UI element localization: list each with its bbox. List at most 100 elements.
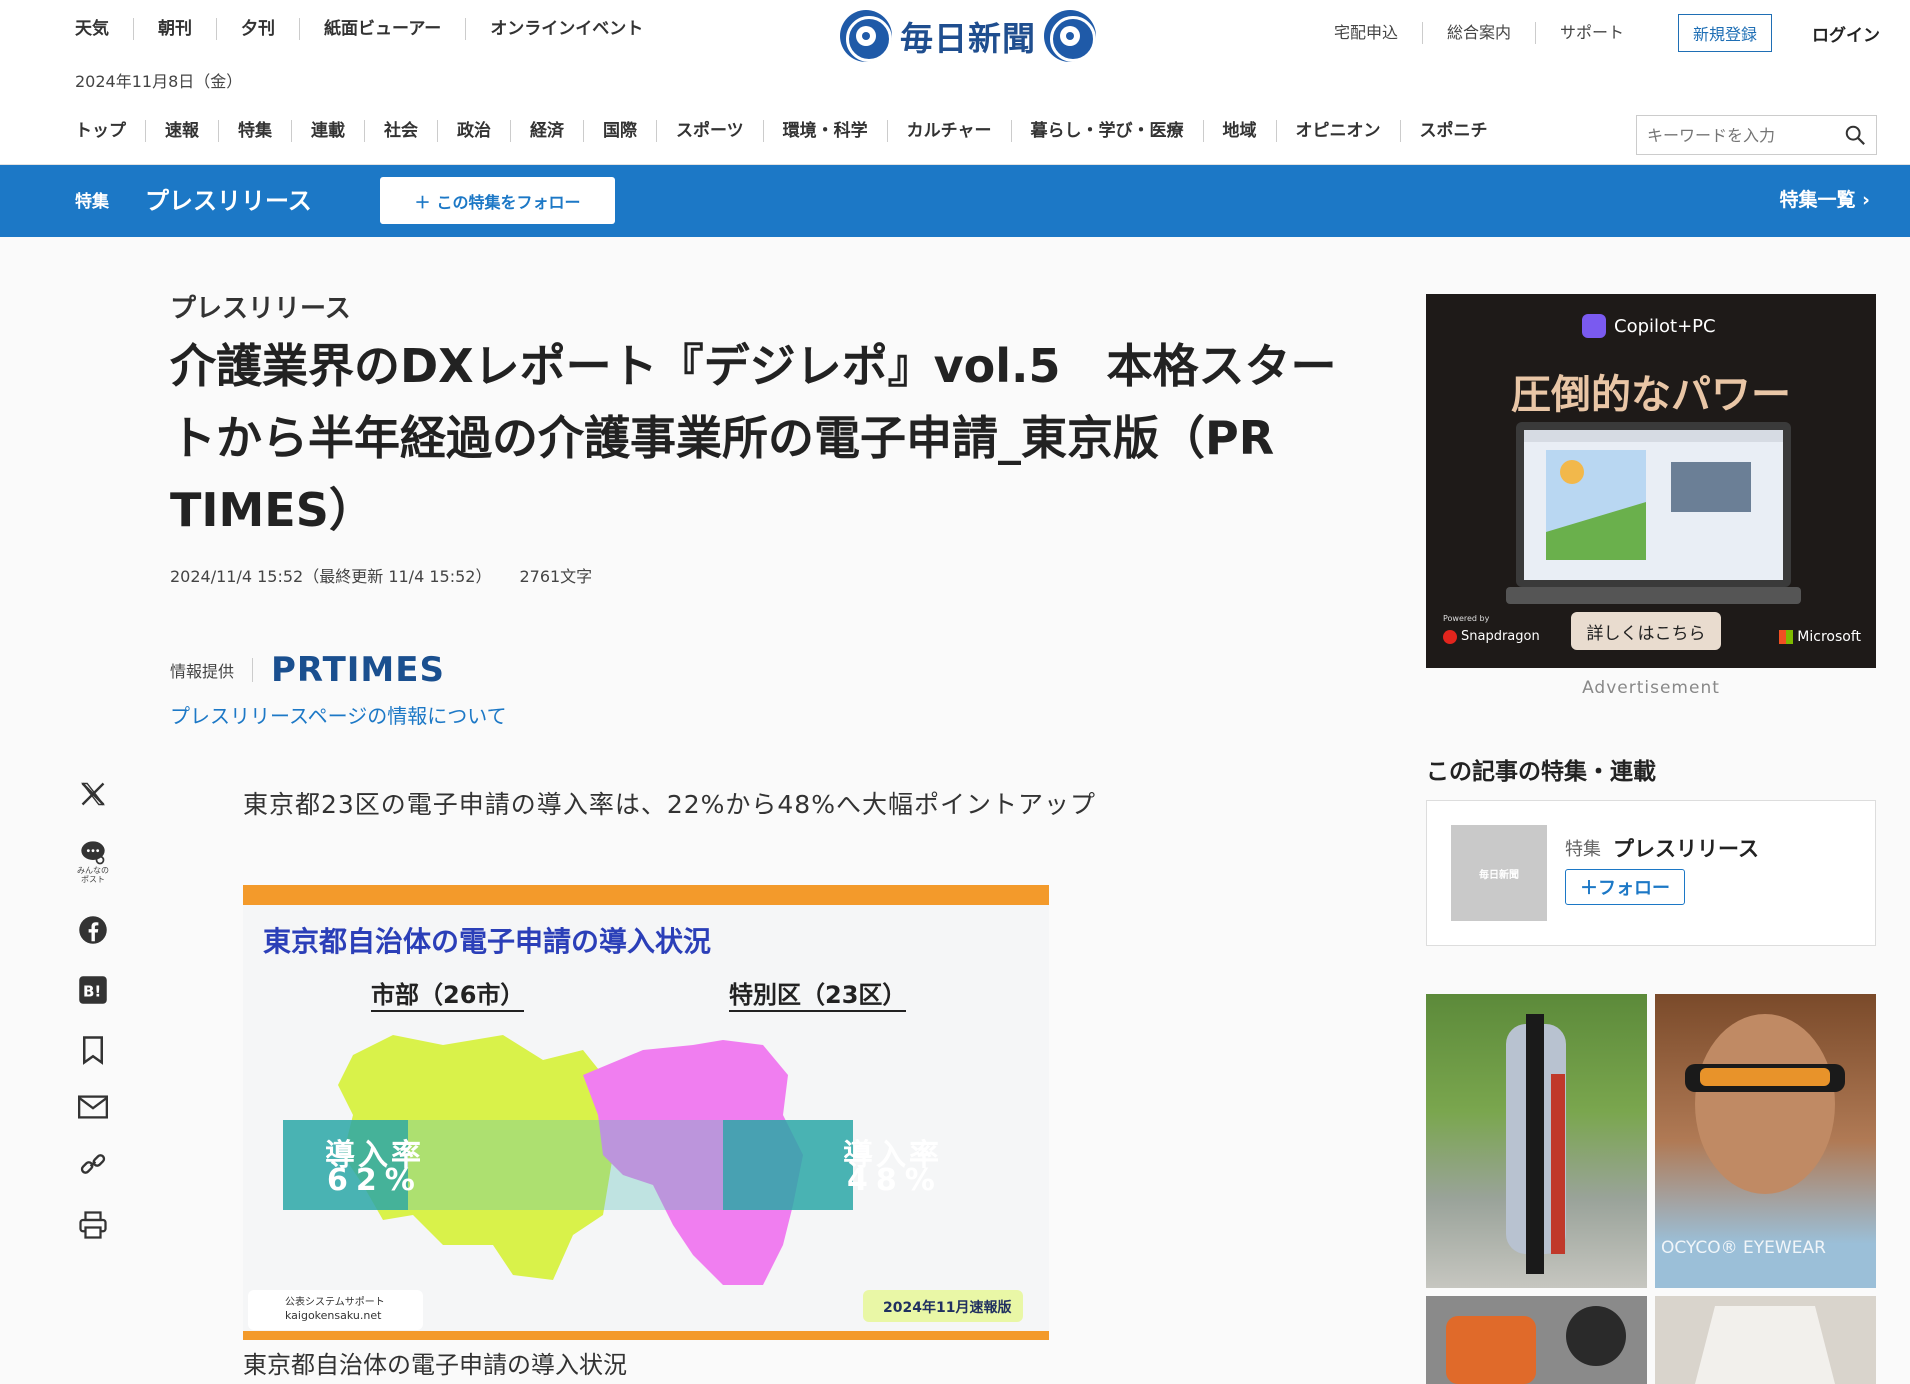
- site-header: 天気 朝刊 夕刊 紙面ビューアー オンラインイベント 2024年11月8日（金）…: [0, 0, 1910, 165]
- figure-caption: 東京都自治体の電子申請の導入状況: [243, 1351, 627, 1379]
- search-box: [1636, 115, 1877, 155]
- logo-text: 毎日新聞: [900, 19, 1036, 58]
- account-links: 宅配申込 総合案内 サポート 新規登録 ログイン: [1310, 14, 1880, 52]
- nav-life[interactable]: 暮らし・学び・医療: [1010, 120, 1203, 142]
- provider-info: 情報提供 PRTIMES: [170, 650, 445, 690]
- search-input[interactable]: [1637, 116, 1827, 154]
- series-kind: 特集: [1565, 839, 1601, 860]
- figure-heading: 東京都自治体の電子申請の導入状況: [263, 925, 712, 958]
- series-card[interactable]: 毎日新聞 特集 プレスリリース ＋ フォロー: [1426, 800, 1876, 946]
- thumbnail-logo-text: 毎日新聞: [1479, 869, 1519, 881]
- article-meta: 2024/11/4 15:52（最終更新 11/4 15:52） 2761文字: [170, 563, 592, 587]
- site-logo[interactable]: 毎日新聞: [840, 10, 1096, 62]
- promo-tiles: OCYCO® EYEWEAR: [1426, 994, 1876, 1384]
- top-links: 天気 朝刊 夕刊 紙面ビューアー オンラインイベント: [75, 18, 667, 40]
- promo-tile-eyewear[interactable]: OCYCO® EYEWEAR: [1655, 994, 1876, 1288]
- figure-right-rate: 48%: [847, 1163, 943, 1198]
- login-link[interactable]: ログイン: [1812, 21, 1880, 46]
- x-share-icon[interactable]: [75, 780, 111, 808]
- nav-top[interactable]: トップ: [75, 120, 145, 142]
- feature-list-link[interactable]: 特集一覧 ›: [1780, 185, 1870, 212]
- svg-text:B!: B!: [83, 982, 101, 1000]
- exoskeleton-image: [1506, 1014, 1566, 1274]
- hatena-bookmark-icon[interactable]: B!: [75, 975, 111, 1005]
- link-support[interactable]: サポート: [1534, 22, 1648, 44]
- laptop-image: [1506, 422, 1801, 604]
- bookmark-icon[interactable]: [75, 1035, 111, 1065]
- nav-society[interactable]: 社会: [364, 120, 437, 142]
- feature-title[interactable]: プレスリリース: [145, 181, 312, 216]
- promo-tile-product-white[interactable]: [1655, 1296, 1876, 1384]
- nav-features[interactable]: 特集: [218, 120, 291, 142]
- link-weather[interactable]: 天気: [75, 18, 133, 40]
- link-viewer[interactable]: 紙面ビューアー: [299, 18, 465, 40]
- series-thumbnail: 毎日新聞: [1451, 825, 1547, 921]
- advertisement-banner[interactable]: Copilot+PC 圧倒的なパワー Powered by Snapdragon…: [1426, 294, 1876, 668]
- mail-icon[interactable]: [75, 1095, 111, 1119]
- chevron-right-icon: ›: [1862, 189, 1870, 211]
- nav-breaking[interactable]: 速報: [145, 120, 218, 142]
- orange-product-image: [1446, 1306, 1626, 1384]
- nav-sports[interactable]: スポーツ: [656, 120, 763, 142]
- sidebar-section-title: この記事の特集・連載: [1426, 759, 1656, 785]
- ad-label: Advertisement: [1582, 678, 1720, 698]
- ad-partner1: Snapdragon: [1461, 629, 1540, 644]
- feature-kind: 特集: [75, 192, 109, 212]
- press-info-link[interactable]: プレスリリースページの情報について: [170, 700, 507, 729]
- plus-icon: ＋: [1580, 878, 1598, 899]
- figure-badge: 2024年11月速報版: [883, 1300, 1012, 1316]
- ad-headline: 圧倒的なパワー: [1511, 372, 1791, 418]
- main-nav: トップ 速報 特集 連載 社会 政治 経済 国際 スポーツ 環境・科学 カルチャ…: [75, 120, 1507, 142]
- link-delivery[interactable]: 宅配申込: [1310, 22, 1422, 44]
- figure-brand-jp: 公表システムサポート: [285, 1297, 385, 1308]
- nav-culture[interactable]: カルチャー: [886, 120, 1011, 142]
- current-date: 2024年11月8日（金）: [75, 72, 243, 91]
- white-vest-image: [1695, 1306, 1835, 1384]
- community-post-icon[interactable]: みんなの ポスト: [75, 840, 111, 884]
- nav-region[interactable]: 地域: [1202, 120, 1276, 142]
- provider-label: 情報提供: [170, 658, 254, 682]
- series-follow-label: フォロー: [1598, 878, 1670, 899]
- nav-economy[interactable]: 経済: [510, 120, 583, 142]
- article-category[interactable]: プレスリリース: [170, 288, 351, 325]
- series-title[interactable]: プレスリリース: [1613, 833, 1759, 863]
- eyewear-brand-text: OCYCO® EYEWEAR: [1661, 1238, 1826, 1258]
- ad-powered: Powered by: [1443, 614, 1490, 623]
- promo-tile-exoskeleton[interactable]: [1426, 994, 1647, 1288]
- copy-link-icon[interactable]: [75, 1150, 111, 1178]
- figure-brand-url: kaigokensaku.net: [285, 1309, 382, 1322]
- article-title: 介護業界のDXレポート『デジレポ』vol.5 本格スタートから半年経過の介護事業…: [170, 339, 1337, 537]
- search-icon[interactable]: [1844, 124, 1866, 146]
- nav-sponichi[interactable]: スポニチ: [1399, 120, 1507, 142]
- community-post-label: みんなの ポスト: [77, 866, 109, 884]
- snapdragon-logo-icon: [1443, 629, 1457, 644]
- nav-science[interactable]: 環境・科学: [762, 120, 887, 142]
- feature-list-label: 特集一覧: [1779, 189, 1856, 211]
- ad-partner2: Microsoft: [1797, 629, 1861, 645]
- register-button[interactable]: 新規登録: [1677, 14, 1772, 52]
- link-online-event[interactable]: オンラインイベント: [465, 18, 667, 40]
- publish-date: 2024/11/4 15:52（最終更新 11/4 15:52）: [170, 567, 492, 586]
- nav-opinion[interactable]: オピニオン: [1275, 120, 1400, 142]
- ad-brand: Copilot+PC: [1614, 315, 1716, 337]
- nav-international[interactable]: 国際: [583, 120, 656, 142]
- logo-emblem-icon: [1044, 10, 1096, 62]
- logo-emblem-icon: [840, 10, 892, 62]
- nav-politics[interactable]: 政治: [437, 120, 510, 142]
- link-morning[interactable]: 朝刊: [133, 18, 216, 40]
- print-icon[interactable]: [75, 1210, 111, 1240]
- link-guide[interactable]: 総合案内: [1421, 22, 1535, 44]
- follow-feature-button[interactable]: ＋ この特集をフォロー: [380, 177, 615, 224]
- figure-left-label: 市部（26市）: [371, 975, 525, 1012]
- prtimes-logo[interactable]: PRTIMES: [271, 650, 445, 690]
- copilot-logo-icon: [1582, 314, 1606, 338]
- link-evening[interactable]: 夕刊: [216, 18, 299, 40]
- ad-cta-button[interactable]: 詳しくはこちら: [1571, 612, 1721, 650]
- figure-right-label: 特別区（23区）: [729, 975, 907, 1012]
- feature-bar: 特集 プレスリリース ＋ この特集をフォロー 特集一覧 ›: [0, 165, 1910, 237]
- nav-series[interactable]: 連載: [291, 120, 364, 142]
- series-follow-button[interactable]: ＋ フォロー: [1565, 869, 1685, 905]
- promo-tile-product-orange[interactable]: [1426, 1296, 1647, 1384]
- facebook-icon[interactable]: [75, 915, 111, 945]
- article-figure[interactable]: 東京都自治体の電子申請の導入状況 市部（26市） 特別区（23区） 導入率 62…: [243, 885, 1049, 1340]
